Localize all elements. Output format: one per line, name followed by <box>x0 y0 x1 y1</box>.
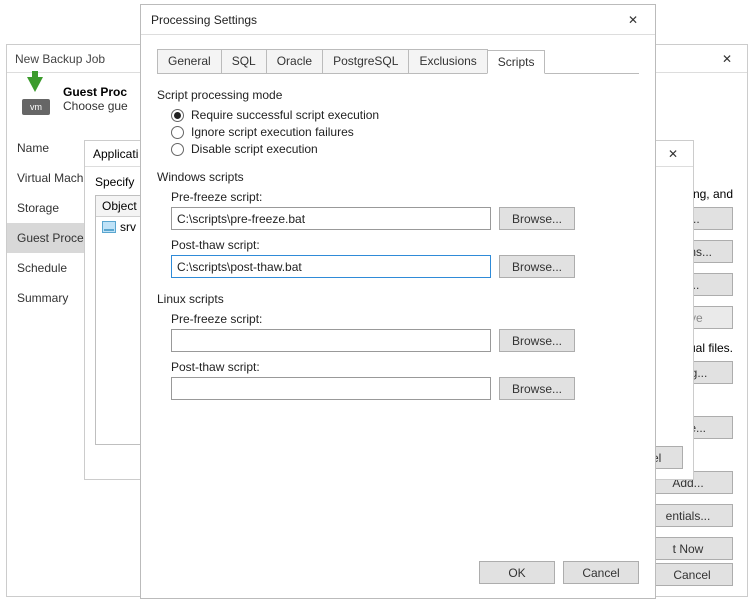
browse-button[interactable]: Browse... <box>499 255 575 278</box>
win-pre-label: Pre-freeze script: <box>171 190 639 204</box>
windows-scripts-title: Windows scripts <box>157 170 639 184</box>
tab-sql[interactable]: SQL <box>221 49 267 73</box>
close-icon[interactable]: ✕ <box>715 49 739 69</box>
windows-scripts-group: Windows scripts Pre-freeze script: Brows… <box>157 170 639 278</box>
ok-button[interactable]: OK <box>479 561 555 584</box>
wizard-step-title: Guest Proc <box>63 85 128 99</box>
dialog-footer: OK Cancel <box>479 561 639 584</box>
browse-button[interactable]: Browse... <box>499 207 575 230</box>
vm-badge: vm <box>22 99 50 115</box>
dialog-titlebar: Processing Settings ✕ <box>141 5 655 35</box>
cancel-button[interactable]: Cancel <box>563 561 639 584</box>
radio-icon[interactable] <box>171 109 184 122</box>
tab-postgresql[interactable]: PostgreSQL <box>322 49 409 73</box>
win-post-thaw-input[interactable] <box>171 255 491 278</box>
object-list[interactable]: Object srv <box>95 195 145 445</box>
radio-icon[interactable] <box>171 126 184 139</box>
credentials-button[interactable]: entials... <box>643 504 733 527</box>
processing-settings-dialog: Processing Settings ✕ General SQL Oracle… <box>140 4 656 599</box>
dialog-title: Processing Settings <box>151 13 257 27</box>
dialog-body: General SQL Oracle PostgreSQL Exclusions… <box>141 35 655 418</box>
server-icon <box>102 221 116 233</box>
test-now-button[interactable]: t Now <box>643 537 733 560</box>
wizard-header-text: Guest Proc Choose gue <box>63 85 128 113</box>
radio-require[interactable]: Require successful script execution <box>171 108 639 122</box>
lin-post-thaw-input[interactable] <box>171 377 491 400</box>
lin-pre-freeze-input[interactable] <box>171 329 491 352</box>
list-item-label: srv <box>120 220 136 234</box>
lin-pre-label: Pre-freeze script: <box>171 312 639 326</box>
tab-general[interactable]: General <box>157 49 222 73</box>
linux-scripts-title: Linux scripts <box>157 292 639 306</box>
radio-label: Ignore script execution failures <box>191 125 354 139</box>
cancel-button[interactable]: Cancel <box>651 563 733 586</box>
script-mode-group: Script processing mode Require successfu… <box>157 88 639 156</box>
linux-scripts-group: Linux scripts Pre-freeze script: Browse.… <box>157 292 639 400</box>
tab-scripts[interactable]: Scripts <box>487 50 546 74</box>
close-icon[interactable]: ✕ <box>661 144 685 164</box>
close-icon[interactable]: ✕ <box>621 10 645 30</box>
win-pre-freeze-input[interactable] <box>171 207 491 230</box>
radio-label: Disable script execution <box>191 142 318 156</box>
list-item[interactable]: srv <box>96 217 144 237</box>
radio-ignore[interactable]: Ignore script execution failures <box>171 125 639 139</box>
lin-post-label: Post-thaw script: <box>171 360 639 374</box>
tab-strip: General SQL Oracle PostgreSQL Exclusions… <box>157 49 639 74</box>
wizard-title: New Backup Job <box>15 52 105 66</box>
radio-label: Require successful script execution <box>191 108 379 122</box>
browse-button[interactable]: Browse... <box>499 329 575 352</box>
script-mode-title: Script processing mode <box>157 88 639 102</box>
backup-job-icon: vm <box>17 81 53 117</box>
win-post-label: Post-thaw script: <box>171 238 639 252</box>
object-column-header[interactable]: Object <box>96 196 144 217</box>
radio-icon[interactable] <box>171 143 184 156</box>
applications-title: Applicati <box>93 147 138 161</box>
browse-button[interactable]: Browse... <box>499 377 575 400</box>
tab-exclusions[interactable]: Exclusions <box>408 49 487 73</box>
wizard-step-subtitle: Choose gue <box>63 99 128 113</box>
radio-disable[interactable]: Disable script execution <box>171 142 639 156</box>
tab-oracle[interactable]: Oracle <box>266 49 323 73</box>
